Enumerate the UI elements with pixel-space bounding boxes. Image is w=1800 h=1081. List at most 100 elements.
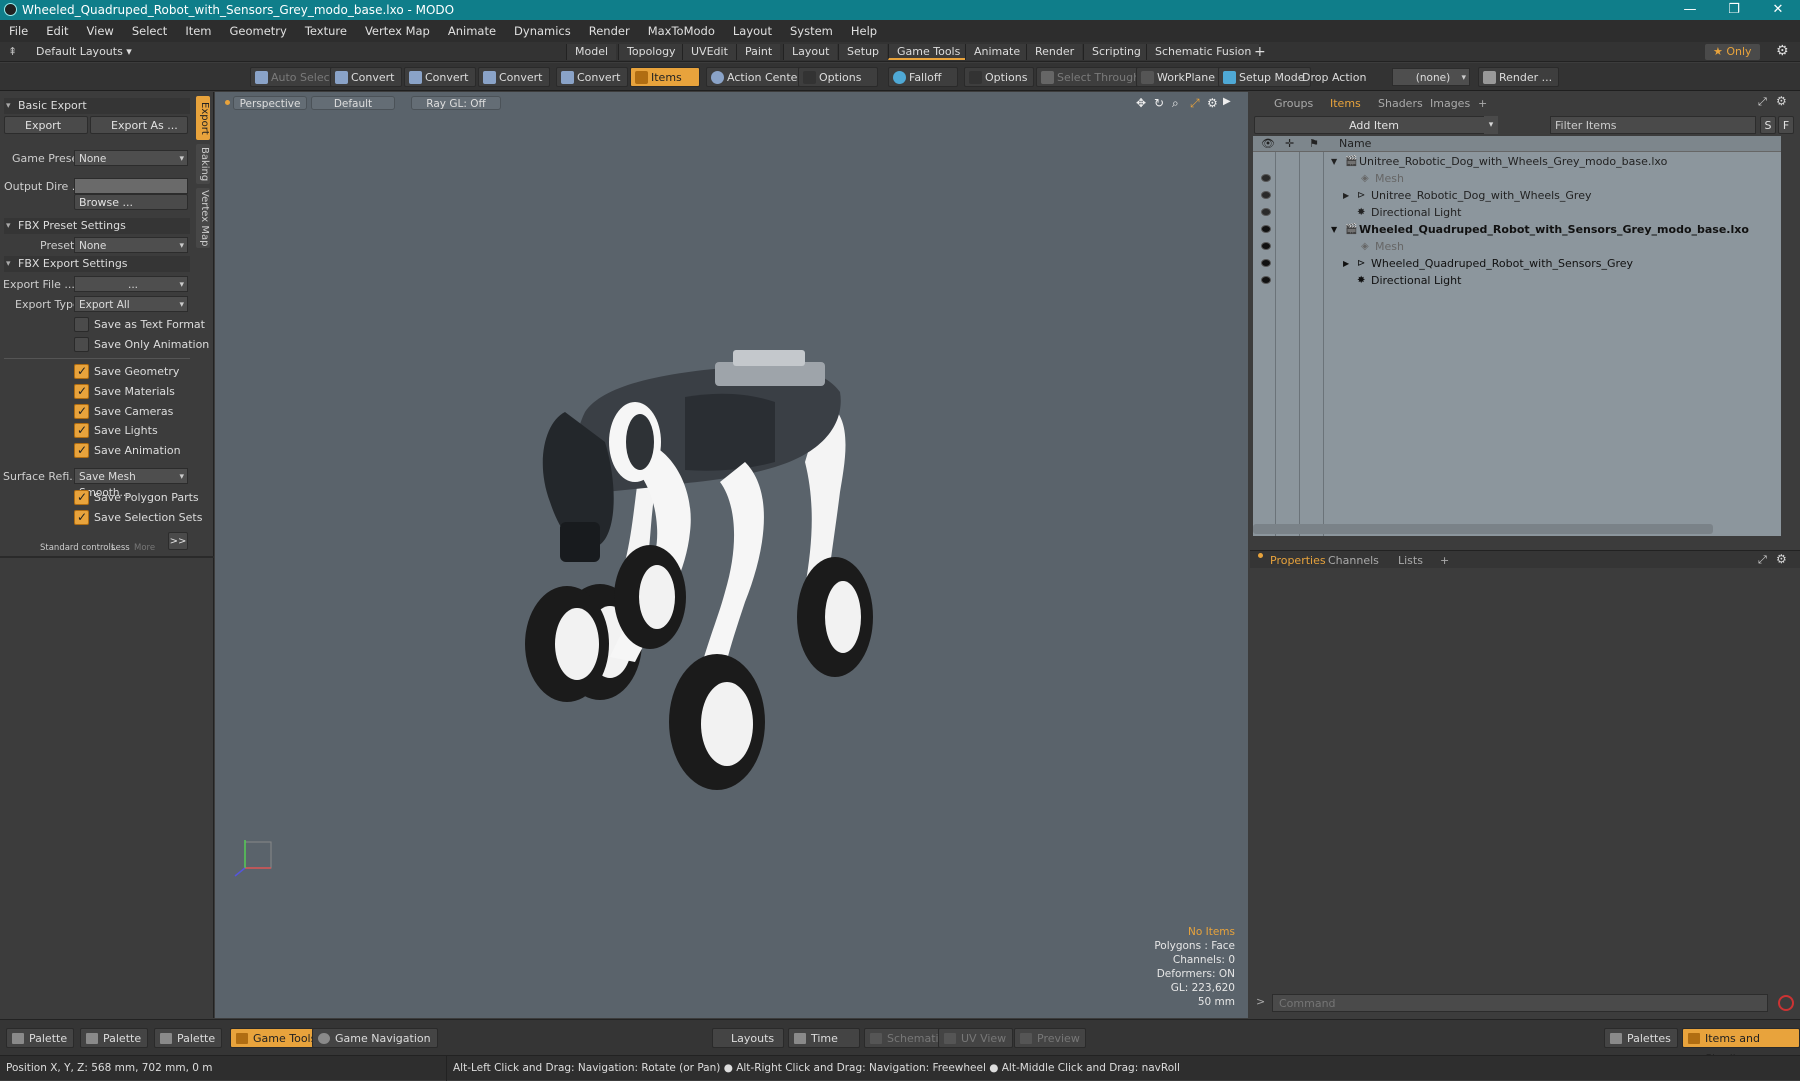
visibility-column-icon[interactable]: 👁 [1261, 137, 1275, 150]
tab-layout[interactable]: Layout [783, 44, 838, 60]
fit-icon[interactable]: ⤢ [1190, 96, 1200, 111]
visibility-icon[interactable] [1261, 259, 1271, 267]
visibility-icon[interactable] [1261, 208, 1271, 216]
menu-texture[interactable]: Texture [296, 24, 356, 38]
visibility-icon[interactable] [1261, 174, 1271, 182]
palette-button-2[interactable]: Palette [80, 1028, 149, 1048]
record-icon[interactable] [1778, 995, 1794, 1011]
palettes-button[interactable]: Palettes [1604, 1028, 1678, 1048]
tree-row[interactable]: ✸ Directional Light [1253, 272, 1781, 289]
menu-select[interactable]: Select [123, 24, 176, 38]
tab-export[interactable]: Export [196, 96, 210, 140]
options-button-2[interactable]: Options [964, 67, 1034, 87]
fbx-export-header[interactable]: FBX Export Settings [4, 256, 190, 272]
menu-system[interactable]: System [781, 24, 842, 38]
shading-default-button[interactable]: Default [311, 96, 395, 110]
render-button[interactable]: Render ... [1478, 67, 1560, 87]
workplane-button[interactable]: WorkPlane [1136, 67, 1223, 87]
add-tab-icon[interactable]: + [1440, 554, 1449, 568]
more-link[interactable]: More [134, 543, 155, 553]
save-selection-sets-checkbox[interactable] [74, 510, 89, 525]
collapse-arrow-icon[interactable]: ▼ [1331, 153, 1337, 170]
tab-model[interactable]: Model [566, 44, 617, 60]
zoom-icon[interactable]: ⌕ [1172, 96, 1179, 111]
export-button[interactable]: Export [4, 116, 88, 134]
convert-button-1[interactable]: Convert [330, 67, 402, 87]
surface-refinement-dropdown[interactable]: Save Mesh Smooth... [74, 468, 188, 499]
viewport-menu-icon[interactable]: ▶ [1223, 96, 1231, 107]
options-button-1[interactable]: Options [798, 67, 878, 87]
tree-row[interactable]: ▼ 🎬 Wheeled_Quadruped_Robot_with_Sensors… [1253, 221, 1781, 238]
panel-settings-icon[interactable]: ⚙ [1776, 552, 1787, 566]
save-cameras-checkbox[interactable] [74, 404, 89, 419]
tab-shaders[interactable]: Shaders [1378, 97, 1423, 111]
s-button[interactable]: S [1760, 116, 1776, 134]
save-lights-checkbox[interactable] [74, 423, 89, 438]
expand-arrow-icon[interactable]: ▶ [1343, 187, 1349, 204]
add-tab-icon[interactable]: + [1478, 97, 1487, 111]
menu-animate[interactable]: Animate [439, 24, 505, 38]
default-layouts-dropdown[interactable]: Default Layouts ▾ [36, 45, 132, 58]
tree-row[interactable]: ▶ ⊳ Unitree_Robotic_Dog_with_Wheels_Grey [1253, 187, 1781, 204]
game-preset-dropdown[interactable]: None [74, 150, 188, 167]
basic-export-header[interactable]: Basic Export [4, 98, 190, 114]
drop-action-dropdown[interactable]: (none) [1392, 68, 1470, 87]
menu-help[interactable]: Help [842, 24, 886, 38]
tab-groups[interactable]: Groups [1274, 97, 1313, 111]
panel-settings-icon[interactable]: ⚙ [1776, 94, 1787, 108]
visibility-icon[interactable] [1261, 191, 1271, 199]
tab-topology[interactable]: Topology [618, 44, 684, 60]
export-file-dropdown[interactable]: ... [74, 276, 188, 293]
tree-row[interactable]: ◈ Mesh [1253, 238, 1781, 255]
visibility-icon[interactable] [1261, 242, 1271, 250]
palette-button-3[interactable]: Palette [154, 1028, 223, 1048]
export-type-dropdown[interactable]: Export All [74, 296, 188, 313]
menu-edit[interactable]: Edit [37, 24, 77, 38]
export-as-button[interactable]: Export As ... [90, 116, 188, 134]
tab-animate[interactable]: Animate [965, 44, 1029, 60]
type-column-icon[interactable]: ⚑ [1309, 137, 1319, 150]
output-dir-field[interactable] [74, 178, 188, 194]
convert-button-2[interactable]: Convert [404, 67, 476, 87]
close-icon[interactable]: ✕ [1756, 0, 1800, 20]
items-button[interactable]: Items [630, 67, 700, 87]
save-animation-checkbox[interactable] [74, 443, 89, 458]
minimize-icon[interactable]: — [1668, 0, 1712, 20]
command-input[interactable] [1272, 994, 1768, 1012]
expand-arrow-icon[interactable]: ▶ [1343, 255, 1349, 272]
tab-vertex-map[interactable]: Vertex Map [196, 188, 210, 248]
less-link[interactable]: Less [111, 543, 130, 553]
tree-row[interactable]: ▶ ⊳ Wheeled_Quadruped_Robot_with_Sensors… [1253, 255, 1781, 272]
save-polygon-parts-checkbox[interactable] [74, 490, 89, 505]
3d-viewport[interactable]: Perspective Default Ray GL: Off ✥ ↻ ⌕ ⤢ … [215, 92, 1248, 1018]
lock-column-icon[interactable]: ✛ [1285, 137, 1294, 150]
fbx-preset-header[interactable]: FBX Preset Settings [4, 218, 190, 234]
maximize-icon[interactable]: ⤢ [1758, 95, 1767, 109]
menu-dynamics[interactable]: Dynamics [505, 24, 580, 38]
game-navigation-button[interactable]: Game Navigation [312, 1028, 438, 1048]
setup-mode-button[interactable]: Setup Mode [1218, 67, 1312, 87]
menu-vertex-map[interactable]: Vertex Map [356, 24, 439, 38]
convert-button-3[interactable]: Convert [478, 67, 550, 87]
tab-schematic-fusion[interactable]: Schematic Fusion [1146, 44, 1260, 60]
game-tools-button[interactable]: Game Tools [230, 1028, 324, 1048]
save-only-animation-checkbox[interactable] [74, 337, 89, 352]
tree-row[interactable]: ✸ Directional Light [1253, 204, 1781, 221]
add-item-button[interactable]: Add Item [1254, 116, 1494, 134]
layout-expand-icon[interactable]: ⇞ [8, 45, 17, 58]
filter-items-input[interactable]: Filter Items [1550, 116, 1756, 134]
menu-view[interactable]: View [78, 24, 123, 38]
tab-properties[interactable]: Properties [1270, 554, 1326, 568]
falloff-button[interactable]: Falloff [888, 67, 958, 87]
visibility-icon[interactable] [1261, 225, 1271, 233]
tab-items[interactable]: Items [1330, 97, 1361, 111]
add-item-dropdown-icon[interactable]: ▾ [1484, 116, 1498, 134]
time-button[interactable]: Time [788, 1028, 860, 1048]
name-column-header[interactable]: Name [1339, 137, 1371, 150]
tab-scripting[interactable]: Scripting [1083, 44, 1149, 60]
expand-button[interactable]: >> [168, 532, 188, 550]
f-button[interactable]: F [1778, 116, 1794, 134]
preview-button[interactable]: Preview [1014, 1028, 1086, 1048]
save-geometry-checkbox[interactable] [74, 364, 89, 379]
menu-file[interactable]: File [0, 24, 37, 38]
